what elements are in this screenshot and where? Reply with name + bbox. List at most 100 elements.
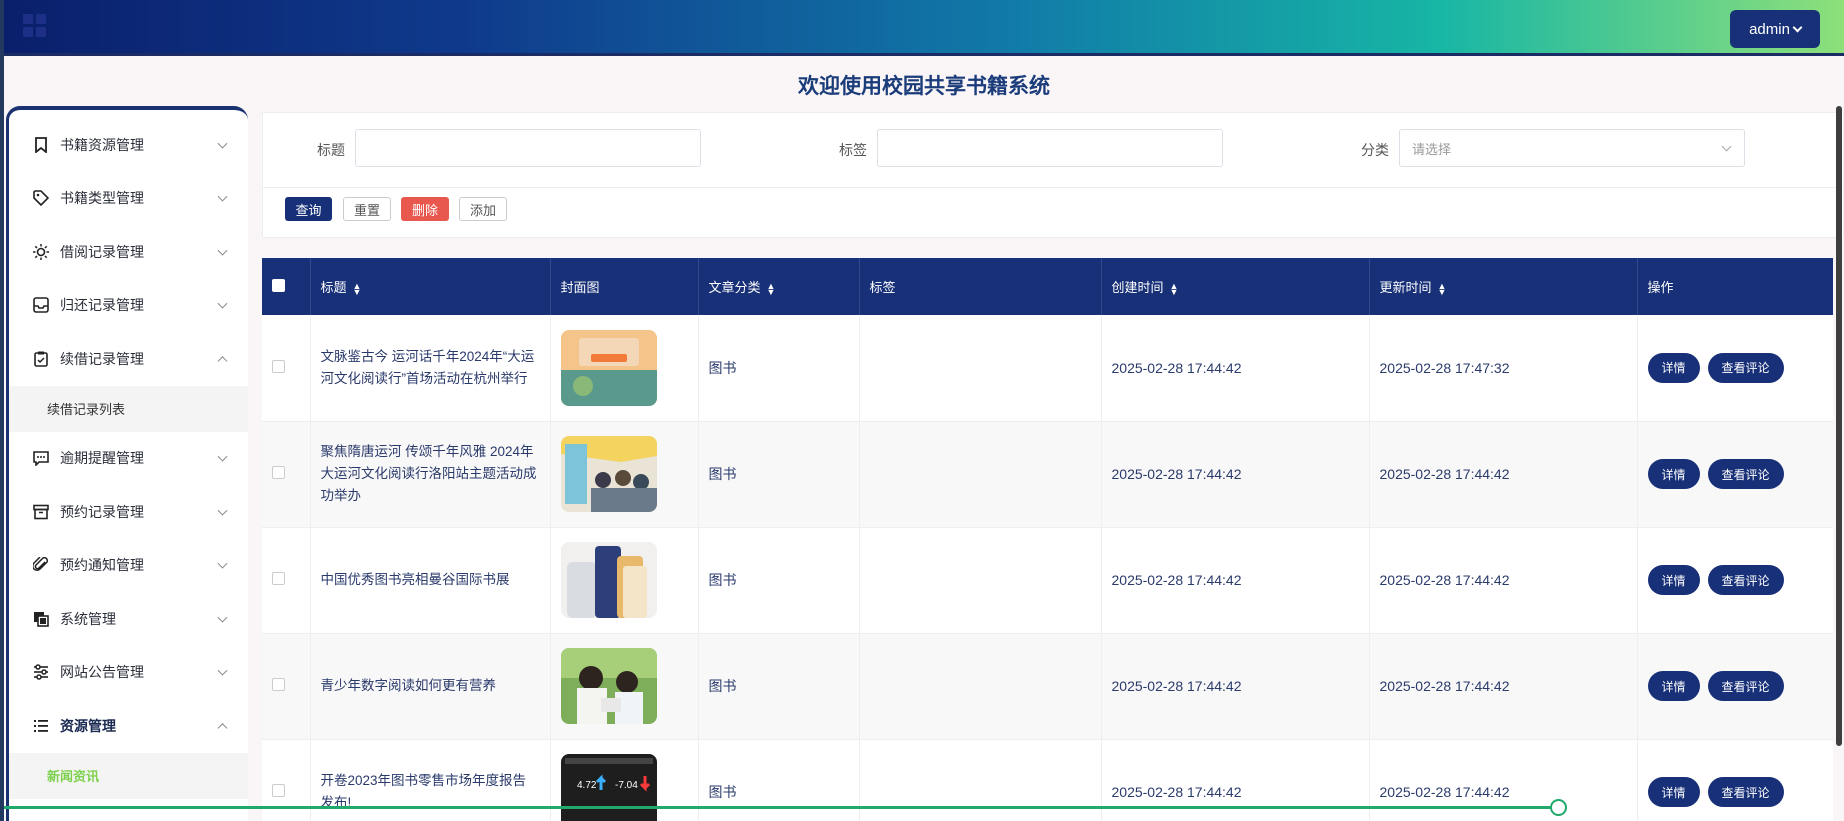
archive-icon: [32, 503, 50, 521]
sort-icon[interactable]: ▲ ▼: [767, 281, 776, 296]
col-header-updated[interactable]: 更新时间 ▲ ▼: [1369, 258, 1638, 315]
row-tags: [859, 421, 1102, 528]
sidebar-subitem-renew-list[interactable]: 续借记录列表: [9, 385, 248, 432]
title-label: 标题: [317, 142, 345, 158]
cover-thumbnail[interactable]: [560, 648, 657, 724]
sidebar-subitem-news[interactable]: 新闻资讯: [9, 752, 248, 799]
sidebar-item-label: 书籍类型管理: [60, 190, 144, 207]
table-row: 中国优秀图书亮相曼谷国际书展 图书 2025-02-28 17:44:42 20…: [262, 527, 1833, 634]
row-updated: 2025-02-28 17:47:32: [1369, 315, 1638, 422]
sort-icon[interactable]: ▲ ▼: [1170, 281, 1179, 296]
view-comments-button[interactable]: 查看评论: [1707, 352, 1784, 383]
detail-button[interactable]: 详情: [1647, 565, 1700, 595]
row-checkbox[interactable]: [272, 572, 285, 585]
sidebar-item-label: 借阅记录管理: [60, 243, 144, 260]
sidebar-item-resources[interactable]: 资源管理: [9, 699, 248, 753]
sidebar-item-renew-records[interactable]: 续借记录管理: [9, 332, 248, 386]
reset-button[interactable]: 重置: [343, 197, 391, 221]
row-checkbox[interactable]: [272, 678, 285, 691]
clipboard-icon: [32, 350, 50, 368]
detail-button[interactable]: 详情: [1647, 777, 1700, 807]
col-header-created[interactable]: 创建时间 ▲ ▼: [1101, 258, 1370, 315]
sidebar-item-label: 资源管理: [60, 717, 116, 734]
sidebar-item-label: 预约通知管理: [60, 557, 144, 574]
col-header-actions: 操作: [1637, 258, 1833, 315]
row-title: 青少年数字阅读如何更有营养: [310, 633, 551, 740]
sidebar-item-reservation-records[interactable]: 预约记录管理: [9, 485, 248, 539]
row-category: 图书: [698, 527, 860, 634]
table-row: 青少年数字阅读如何更有营养 图书 2025-02-28 17:44:42 202…: [262, 633, 1833, 740]
row-created: 2025-02-28 17:44:42: [1101, 527, 1370, 634]
sliders-icon: [32, 663, 50, 681]
chevron-down-icon: [217, 505, 228, 516]
row-title: 文脉鉴古今 运河话千年2024年“大运河文化阅读行”首场活动在杭州举行: [310, 315, 551, 422]
row-updated: 2025-02-28 17:44:42: [1369, 421, 1638, 528]
sidebar-item-system[interactable]: 系统管理: [9, 592, 248, 646]
sidebar-item-label: 预约记录管理: [60, 503, 144, 520]
sidebar-item-book-types[interactable]: 书籍类型管理: [9, 172, 248, 226]
page-title: 欢迎使用校园共享书籍系统: [798, 75, 1050, 98]
view-comments-button[interactable]: 查看评论: [1707, 565, 1784, 595]
sort-icon[interactable]: ▲ ▼: [1438, 281, 1447, 296]
detail-button[interactable]: 详情: [1647, 352, 1700, 383]
select-all-checkbox[interactable]: [272, 278, 285, 292]
view-comments-button[interactable]: 查看评论: [1707, 459, 1784, 489]
sidebar: 书籍资源管理 书籍类型管理 借阅记录管理 归还记录管理 续借记录管理 续借记录列…: [6, 106, 248, 821]
tag-input[interactable]: [877, 129, 1223, 167]
category-select[interactable]: 请选择: [1399, 129, 1745, 167]
view-comments-button[interactable]: 查看评论: [1707, 671, 1784, 701]
top-bar: admin: [4, 0, 1844, 56]
chevron-down-icon: [217, 298, 228, 309]
progress-handle[interactable]: [1550, 799, 1567, 816]
cover-thumbnail[interactable]: 4.72 -7.04: [560, 754, 657, 821]
table-header-row: 标题 ▲ ▼ 封面图 文章分类 ▲ ▼ 标签 创建时间 ▲ ▼ 更新时间 ▲ ▼ 操作: [262, 258, 1833, 315]
list-icon: [32, 717, 50, 735]
cover-thumbnail[interactable]: [560, 436, 657, 512]
chevron-up-icon: [217, 722, 228, 733]
sun-icon: [32, 243, 50, 261]
add-button[interactable]: 添加: [459, 197, 507, 221]
row-checkbox[interactable]: [272, 359, 285, 373]
sidebar-item-book-resources[interactable]: 书籍资源管理: [9, 118, 248, 172]
sidebar-item-borrow-records[interactable]: 借阅记录管理: [9, 225, 248, 279]
category-label: 分类: [1361, 142, 1389, 158]
cover-thumbnail[interactable]: [560, 542, 657, 618]
detail-button[interactable]: 详情: [1647, 671, 1700, 701]
tag-icon: [32, 189, 50, 207]
table-row: 聚焦隋唐运河 传颂千年风雅 2024年大运河文化阅读行洛阳站主题活动成功举办 图…: [262, 421, 1833, 528]
sidebar-item-return-records[interactable]: 归还记录管理: [9, 279, 248, 333]
grid-menu-icon[interactable]: [23, 14, 47, 38]
row-created: 2025-02-28 17:44:42: [1101, 633, 1370, 740]
chevron-down-icon: [1792, 22, 1803, 32]
cover-thumbnail[interactable]: [560, 329, 657, 406]
message-icon: [32, 449, 50, 467]
col-header-category[interactable]: 文章分类 ▲ ▼: [698, 258, 860, 315]
chevron-down-icon: [217, 451, 228, 462]
sort-icon[interactable]: ▲ ▼: [353, 281, 362, 296]
chevron-up-icon: [217, 355, 228, 366]
row-title: 中国优秀图书亮相曼谷国际书展: [310, 527, 551, 634]
detail-button[interactable]: 详情: [1647, 459, 1700, 489]
search-panel: 标题 标签 分类 请选择 查询 重置 删除 添加: [262, 112, 1844, 238]
sidebar-item-announcements[interactable]: 网站公告管理: [9, 646, 248, 700]
chevron-down-icon: [217, 138, 228, 149]
category-placeholder: 请选择: [1412, 141, 1452, 157]
chevron-down-icon: [1721, 141, 1732, 152]
view-comments-button[interactable]: 查看评论: [1707, 777, 1784, 807]
sidebar-item-reservation-notices[interactable]: 预约通知管理: [9, 539, 248, 593]
delete-button[interactable]: 删除: [401, 197, 449, 221]
row-checkbox[interactable]: [272, 466, 285, 479]
query-button[interactable]: 查询: [285, 197, 332, 221]
row-tags: [859, 633, 1102, 740]
sidebar-item-overdue-reminders[interactable]: 逾期提醒管理: [9, 432, 248, 486]
title-input[interactable]: [355, 129, 701, 167]
col-header-title[interactable]: 标题 ▲ ▼: [310, 258, 551, 315]
vertical-scrollbar[interactable]: [1836, 106, 1842, 746]
chevron-down-icon: [217, 558, 228, 569]
row-updated: 2025-02-28 17:44:42: [1369, 527, 1638, 634]
row-checkbox[interactable]: [272, 784, 285, 797]
user-menu-button[interactable]: admin: [1730, 10, 1820, 48]
row-category: 图书: [698, 315, 860, 422]
thumb5-left-figure: 4.72: [577, 780, 597, 791]
paperclip-icon: [32, 556, 50, 574]
